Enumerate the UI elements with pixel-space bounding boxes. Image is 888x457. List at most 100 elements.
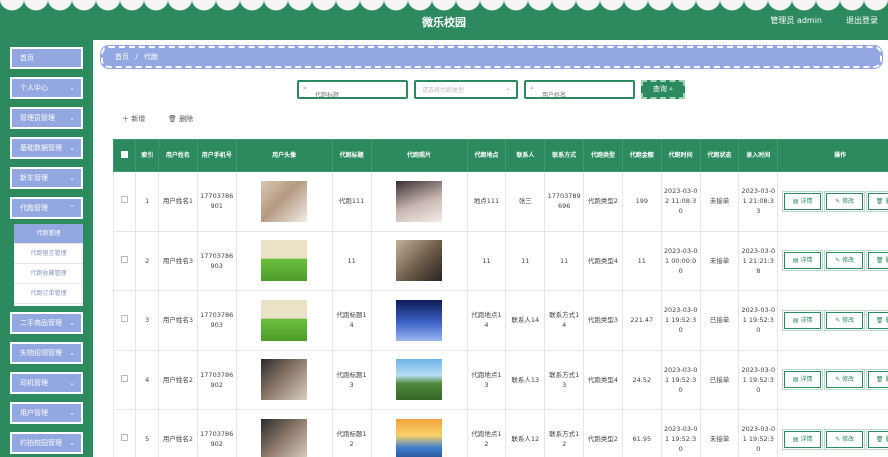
- breadcrumb-home[interactable]: 首页: [115, 53, 129, 61]
- cell-actions: ▤ 详情✎ 修改🗑 删除: [777, 290, 888, 351]
- edit-button[interactable]: ✎ 修改: [824, 369, 866, 391]
- header-amount: 代跑金额: [621, 139, 662, 172]
- edit-button[interactable]: ✎ 修改: [824, 428, 866, 450]
- edit-button[interactable]: ✎ 修改: [824, 309, 866, 331]
- sidebar-item-errands[interactable]: 代跑管理 ⌃: [10, 197, 83, 219]
- cell-amount: 24.52: [621, 349, 662, 410]
- sidebar-item-label: 司机管理: [20, 379, 48, 387]
- cell-type: 代跑类型3: [583, 290, 623, 351]
- cell-amount: 61.95: [621, 409, 662, 457]
- sidebar-item-lost-found[interactable]: 失物招领管理 ⌄: [10, 342, 83, 364]
- row-delete-button[interactable]: 🗑 删除: [866, 190, 888, 212]
- cell-user-name: 用户姓名1: [157, 171, 198, 232]
- title-search-input[interactable]: [299, 88, 406, 103]
- header-index: 索引: [135, 139, 159, 172]
- add-button[interactable]: ＋ 新增: [122, 114, 145, 124]
- sidebar-item-photo-booking[interactable]: 约拍校园管理 ⌄: [10, 432, 83, 454]
- select-all-checkbox[interactable]: [121, 150, 129, 158]
- user-name-search-input[interactable]: [526, 88, 633, 103]
- sidebar-item-label: 首页: [20, 54, 34, 62]
- sidebar-item-profile[interactable]: 个人中心 ⌄: [10, 77, 83, 99]
- cell-user-avatar: [235, 349, 333, 410]
- detail-button[interactable]: ▤ 详情: [782, 190, 824, 212]
- cell-index: 3: [135, 290, 159, 351]
- detail-label: 详情: [800, 257, 813, 265]
- header-bar: 微乐校园 管理员 admin 退出登录: [0, 0, 888, 40]
- chevron-down-icon: ⌄: [505, 84, 511, 92]
- row-select[interactable]: [112, 409, 137, 457]
- select-all-header[interactable]: [112, 139, 137, 172]
- cell-user-phone: 17703786902: [196, 409, 237, 457]
- cell-user-avatar: [235, 171, 333, 232]
- sidebar-item-secondhand[interactable]: 二手商品管理 ⌄: [10, 312, 83, 334]
- row-delete-button[interactable]: 🗑 删除: [866, 309, 888, 331]
- cell-title: 代跑标题12: [331, 409, 372, 457]
- cell-user-avatar: [235, 290, 333, 351]
- delete-button[interactable]: 🗑 删除: [168, 114, 193, 124]
- row-select[interactable]: [112, 290, 137, 351]
- delete-button-label: 删除: [179, 115, 194, 123]
- cell-user-avatar: [235, 409, 333, 457]
- row-checkbox[interactable]: [121, 434, 129, 442]
- header-tel: 联系方式: [544, 139, 585, 172]
- cell-created: 2023-03-01 21:08:33: [738, 171, 779, 232]
- cell-amount: 221.47: [621, 290, 662, 351]
- errand-photo-image: [396, 240, 443, 282]
- row-select[interactable]: [112, 349, 137, 410]
- chevron-down-icon: ⌄: [69, 439, 75, 447]
- logout-link[interactable]: 退出登录: [846, 15, 878, 26]
- detail-label: 详情: [800, 435, 813, 443]
- detail-button[interactable]: ▤ 详情: [782, 250, 824, 272]
- detail-icon: ▤: [792, 257, 799, 265]
- detail-button[interactable]: ▤ 详情: [782, 309, 824, 331]
- chevron-down-icon: ⌄: [69, 349, 75, 357]
- errand-photo-image: [396, 359, 443, 401]
- cell-contact: 联系人13: [505, 349, 546, 410]
- edit-label: 修改: [842, 316, 855, 324]
- row-select[interactable]: [112, 230, 137, 291]
- sidebar-item-drivers[interactable]: 司机管理 ⌄: [10, 372, 83, 394]
- submenu-item-errand-favorites[interactable]: 代跑收藏管理: [14, 264, 83, 284]
- sidebar-item-cars[interactable]: 新车管理 ⌄: [10, 167, 83, 189]
- cell-contact: 11: [505, 230, 546, 291]
- cell-created: 2023-03-01 21:21:38: [738, 230, 779, 291]
- row-checkbox[interactable]: [121, 196, 129, 204]
- cell-user-name: 用户姓名2: [157, 349, 198, 410]
- row-delete-button[interactable]: 🗑 删除: [866, 250, 888, 272]
- chevron-down-icon: ⌄: [69, 319, 75, 327]
- edit-button[interactable]: ✎ 修改: [824, 250, 866, 272]
- row-select[interactable]: [112, 171, 137, 232]
- cell-photo: [370, 409, 468, 457]
- row-delete-button[interactable]: 🗑 删除: [866, 369, 888, 391]
- cell-amount: 199: [621, 171, 662, 232]
- plus-icon: ＋: [122, 115, 129, 123]
- edit-icon: ✎: [835, 376, 841, 384]
- sidebar-item-admins[interactable]: 管理员管理 ⌄: [10, 107, 83, 129]
- edit-label: 修改: [842, 435, 855, 443]
- search-icon: ⌕: [669, 85, 674, 93]
- cell-created: 2023-03-01 19:52:30: [738, 349, 779, 410]
- submenu-item-errand-messages[interactable]: 代跑留言管理: [14, 244, 83, 264]
- cell-tel: 联系方式13: [544, 349, 585, 410]
- sidebar-item-users[interactable]: 用户管理 ⌄: [10, 402, 83, 424]
- cell-time: 2023-03-01 00:00:00: [660, 230, 701, 291]
- trash-icon: 🗑: [875, 376, 884, 384]
- type-select[interactable]: 请选择代跑类型 ⌄: [414, 80, 518, 99]
- cell-contact: 联系人12: [505, 409, 546, 457]
- sidebar-item-basic-data[interactable]: 基础数据管理 ⌄: [10, 137, 83, 159]
- detail-button[interactable]: ▤ 详情: [782, 369, 824, 391]
- row-checkbox[interactable]: [121, 315, 129, 323]
- submenu-item-errands[interactable]: 代跑管理: [14, 224, 83, 244]
- header-time: 代跑时间: [660, 139, 701, 172]
- sidebar-item-home[interactable]: 首页: [10, 47, 83, 69]
- search-button[interactable]: 查询 ⌕: [641, 80, 685, 99]
- user-avatar-image: [261, 240, 308, 282]
- edit-button[interactable]: ✎ 修改: [824, 190, 866, 212]
- chevron-down-icon: ⌄: [69, 114, 75, 122]
- submenu-item-errand-orders[interactable]: 代跑订单管理: [14, 284, 83, 304]
- row-delete-button[interactable]: 🗑 删除: [866, 428, 888, 450]
- row-checkbox[interactable]: [121, 374, 129, 382]
- row-checkbox[interactable]: [121, 255, 129, 263]
- cell-user-phone: 17703786901: [196, 171, 237, 232]
- detail-button[interactable]: ▤ 详情: [782, 428, 824, 450]
